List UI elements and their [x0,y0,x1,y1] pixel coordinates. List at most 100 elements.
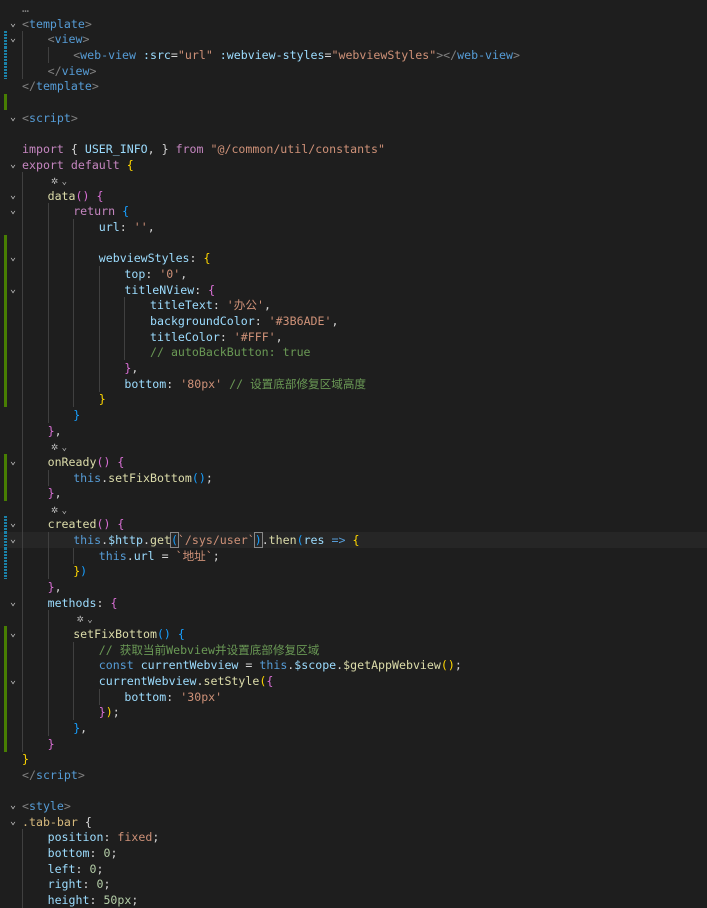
code-editor[interactable]: … ⌄ <template> ⌄ <view> <web-view :src="url" … [0,0,707,908]
code-line[interactable]: </view> [0,62,707,79]
code-line[interactable]: ⌄ methods: { [0,594,707,611]
chevron-down-icon[interactable]: ⌄ [7,626,19,642]
code-line[interactable]: }, [0,422,707,439]
copilot-sparkle-icon[interactable]: ✲ [48,438,62,454]
chevron-down-icon[interactable]: ⌄ [7,595,19,611]
chevron-down-icon[interactable]: ⌄ [7,250,19,266]
code-line[interactable]: backgroundColor: '#3B6ADE', [0,313,707,329]
added-line-marker[interactable] [4,344,7,361]
code-line[interactable]: ⌄ setFixBottom() { [0,626,707,642]
code-line[interactable]: bottom: '30px' [0,688,707,705]
code-line[interactable]: ⌄ this.$http.get(`/sys/user`).then(res =>… [0,532,707,549]
added-line-marker[interactable] [4,641,7,658]
code-line[interactable]: url: '', [0,219,707,236]
chevron-down-icon[interactable]: ⌄ [7,814,19,830]
code-line[interactable]: top: '0', [0,266,707,283]
added-line-marker[interactable] [4,485,7,502]
copilot-sparkle-icon[interactable]: ✲ [48,501,62,517]
code-line[interactable]: ⌄ .tab-bar { [0,814,707,830]
code-line[interactable]: <web-view :src="url" :webview-styles="we… [0,46,707,63]
code-line[interactable]: titleText: '办公', [0,297,707,314]
code-line[interactable]: ⌄ webviewStyles: { [0,250,707,267]
code-line[interactable]: left: 0; [0,860,707,877]
added-line-marker[interactable] [4,391,7,408]
chevron-down-icon[interactable]: ⌄ [7,282,19,298]
code-line[interactable]: ⌄ <template> [0,16,707,32]
chevron-down-icon[interactable]: ⌄ [7,31,19,47]
code-line[interactable]: } [0,735,707,752]
code-line[interactable]: ⌄ titleNView: { [0,281,707,298]
modified-line-marker[interactable] [4,46,7,63]
code-line[interactable]: </template> [0,78,707,94]
code-line[interactable]: } [0,751,707,767]
code-line[interactable]: // 获取当前Webview并设置底部修复区域 [0,641,707,658]
code-line[interactable]: }, [0,485,707,502]
code-line[interactable]: ✲ ⌄ [0,500,707,517]
code-line[interactable]: }); [0,704,707,721]
code-line[interactable]: ⌄ return { [0,203,707,220]
code-line[interactable]: ✲ ⌄ [0,610,707,627]
added-line-marker[interactable] [4,375,7,392]
chevron-down-icon[interactable]: ⌄ [7,110,19,126]
code-line[interactable]: ⌄ <view> [0,31,707,48]
code-line[interactable]: } [0,391,707,408]
code-line[interactable]: ⌄ created() { [0,516,707,533]
code-line[interactable]: import { USER_INFO, } from "@/common/uti… [0,141,707,157]
code-line[interactable]: ⌄ export default { [0,157,707,173]
added-line-marker[interactable] [4,266,7,283]
code-line[interactable]: ⌄ onReady() { [0,453,707,470]
code-line[interactable]: this.url = `地址`; [0,547,707,564]
code-line[interactable]: }, [0,579,707,596]
chevron-down-icon[interactable]: ⌄ [7,454,19,470]
chevron-down-icon[interactable]: ⌄ [7,203,19,219]
code-line[interactable]: ✲ ⌄ [0,438,707,455]
code-line[interactable] [0,234,707,251]
code-line[interactable]: </script> [0,767,707,783]
code-line[interactable]: … [0,0,707,16]
modified-line-marker[interactable] [4,563,7,580]
added-line-marker[interactable] [4,328,7,345]
chevron-down-icon[interactable]: ⌄ [7,798,19,814]
code-line[interactable]: }) [0,563,707,580]
code-line[interactable]: ⌄ data() { [0,187,707,204]
added-line-marker[interactable] [4,93,7,110]
code-line[interactable]: ⌄ currentWebview.setStyle({ [0,672,707,689]
added-line-marker[interactable] [4,704,7,721]
code-line[interactable]: }, [0,359,707,376]
code-line[interactable]: position: fixed; [0,829,707,846]
added-line-marker[interactable] [4,657,7,674]
code-line[interactable]: bottom: 0; [0,845,707,862]
chevron-down-icon[interactable]: ⌄ [7,157,19,173]
modified-line-marker[interactable] [4,62,7,79]
added-line-marker[interactable] [4,313,7,329]
code-line[interactable]: // autoBackButton: true [0,344,707,361]
code-line[interactable]: bottom: '80px' // 设置底部修复区域高度 [0,375,707,392]
code-line[interactable] [0,125,707,141]
chevron-down-icon[interactable]: ⌄ [7,16,19,32]
added-line-marker[interactable] [4,688,7,705]
modified-line-marker[interactable] [4,547,7,564]
added-line-marker[interactable] [4,735,7,752]
chevron-down-icon[interactable]: ⌄ [7,532,19,548]
chevron-down-icon[interactable]: ⌄ [7,516,19,532]
code-line[interactable]: titleColor: '#FFF', [0,328,707,345]
chevron-down-icon[interactable]: ⌄ [7,188,19,204]
code-line[interactable]: height: 50px; [0,892,707,908]
added-line-marker[interactable] [4,234,7,251]
added-line-marker[interactable] [4,297,7,314]
code-line[interactable]: ⌄ <script> [0,110,707,126]
code-line[interactable]: const currentWebview = this.$scope.$getA… [0,657,707,674]
copilot-sparkle-icon[interactable]: ✲ [73,610,87,626]
added-line-marker[interactable] [4,469,7,486]
added-line-marker[interactable] [4,359,7,376]
code-line[interactable]: } [0,406,707,423]
copilot-sparkle-icon[interactable]: ✲ [48,172,62,188]
code-line[interactable]: }, [0,719,707,736]
code-line[interactable]: ⌄ <style> [0,798,707,814]
code-line[interactable]: ✲ ⌄ [0,172,707,189]
code-line[interactable] [0,783,707,799]
code-line[interactable]: right: 0; [0,876,707,893]
added-line-marker[interactable] [4,719,7,736]
code-line[interactable]: this.setFixBottom(); [0,469,707,486]
code-line[interactable] [0,93,707,110]
